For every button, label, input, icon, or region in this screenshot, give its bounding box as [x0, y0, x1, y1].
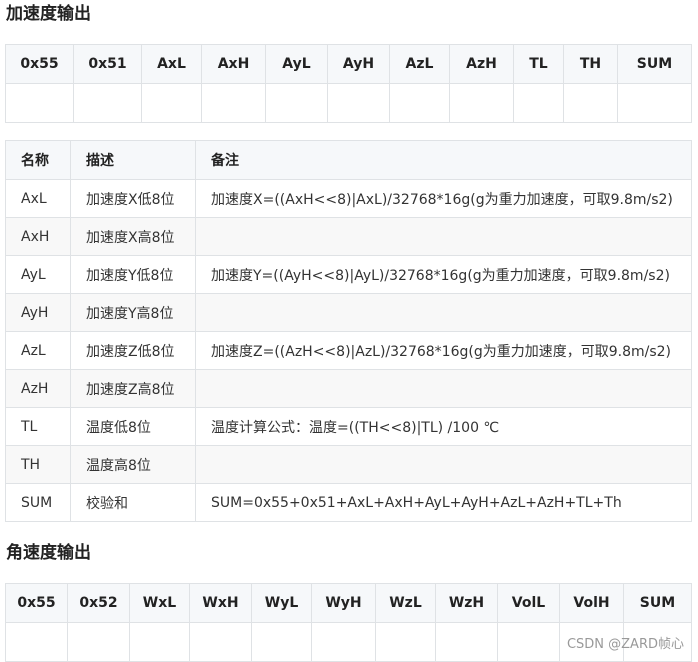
note-cell: 加速度Y=((AyH<<8)|AyL)/32768*16g(g为重力加速度，可取…: [195, 255, 692, 294]
empty-cell: [5, 83, 74, 123]
empty-cell: [497, 622, 560, 662]
empty-cell: [129, 622, 190, 662]
name-cell: AxH: [5, 217, 71, 256]
desc-cell: 温度低8位: [70, 407, 196, 446]
header-cell: SUM: [623, 583, 692, 623]
name-cell: AzH: [5, 369, 71, 408]
empty-cell: [435, 622, 498, 662]
empty-cell: [563, 83, 618, 123]
header-cell: 0x51: [73, 44, 142, 84]
header-cell: AxL: [141, 44, 202, 84]
note-cell: 加速度Z=((AzH<<8)|AzL)/32768*16g(g为重力加速度，可取…: [195, 331, 692, 370]
empty-cell: [617, 83, 692, 123]
note-cell: [195, 369, 692, 408]
name-cell: AzL: [5, 331, 71, 370]
table-row: AzL 加速度Z低8位 加速度Z=((AzH<<8)|AzL)/32768*16…: [5, 331, 692, 370]
header-cell: WzH: [435, 583, 498, 623]
desc-cell: 校验和: [70, 483, 196, 522]
table-row: AyL 加速度Y低8位 加速度Y=((AyH<<8)|AyL)/32768*16…: [5, 255, 692, 294]
empty-cell: [67, 622, 130, 662]
header-cell: AzL: [389, 44, 450, 84]
desc-cell: 温度高8位: [70, 445, 196, 484]
empty-cell: [449, 83, 514, 123]
table-row: AzH 加速度Z高8位: [5, 369, 692, 408]
header-cell: WxL: [129, 583, 190, 623]
empty-cell: [189, 622, 252, 662]
header-cell: AzH: [449, 44, 514, 84]
header-cell: WzL: [375, 583, 436, 623]
desc-cell: 加速度Z低8位: [70, 331, 196, 370]
table-row: TH 温度高8位: [5, 445, 692, 484]
table-row: SUM 校验和 SUM=0x55+0x51+AxL+AxH+AyL+AyH+Az…: [5, 483, 692, 522]
table-row: TL 温度低8位 温度计算公式：温度=((TH<<8)|TL) /100 ℃: [5, 407, 692, 446]
note-cell: 加速度X=((AxH<<8)|AxL)/32768*16g(g为重力加速度，可取…: [195, 179, 692, 218]
header-cell: 0x55: [5, 583, 68, 623]
header-cell: 0x55: [5, 44, 74, 84]
header-cell: TL: [513, 44, 564, 84]
empty-cell: [251, 622, 312, 662]
header-cell: WyH: [311, 583, 376, 623]
desc-cell: 加速度X低8位: [70, 179, 196, 218]
name-cell: TL: [5, 407, 71, 446]
note-cell: 温度计算公式：温度=((TH<<8)|TL) /100 ℃: [195, 407, 692, 446]
section-title-acceleration: 加速度输出: [6, 4, 91, 24]
empty-cell: [73, 83, 142, 123]
empty-cell: [5, 622, 68, 662]
empty-cell: [513, 83, 564, 123]
name-cell: TH: [5, 445, 71, 484]
empty-cell: [141, 83, 202, 123]
header-cell: SUM: [617, 44, 692, 84]
name-cell: AyL: [5, 255, 71, 294]
header-cell: 名称: [5, 140, 71, 180]
table-row: AyH 加速度Y高8位: [5, 293, 692, 332]
header-cell: 备注: [195, 140, 692, 180]
name-cell: SUM: [5, 483, 71, 522]
header-cell: 描述: [70, 140, 196, 180]
header-cell: TH: [563, 44, 618, 84]
empty-cell: [265, 83, 328, 123]
header-cell: VolH: [559, 583, 624, 623]
empty-cell: [311, 622, 376, 662]
desc-cell: 加速度Z高8位: [70, 369, 196, 408]
empty-cell: [389, 83, 450, 123]
header-cell: VolL: [497, 583, 560, 623]
section-title-angular-velocity: 角速度输出: [6, 543, 91, 563]
name-cell: AyH: [5, 293, 71, 332]
desc-cell: 加速度Y高8位: [70, 293, 196, 332]
name-cell: AxL: [5, 179, 71, 218]
table-row: AxH 加速度X高8位: [5, 217, 692, 256]
note-cell: [195, 445, 692, 484]
header-cell: 0x52: [67, 583, 130, 623]
header-cell: AyL: [265, 44, 328, 84]
watermark: CSDN @ZARD帧心: [566, 637, 684, 652]
desc-cell: 加速度Y低8位: [70, 255, 196, 294]
acceleration-packet-table: 0x55 0x51 AxL AxH AyL AyH AzL AzH TL TH …: [5, 44, 692, 123]
acceleration-description-table: 名称 描述 备注 AxL 加速度X低8位 加速度X=((AxH<<8)|AxL)…: [5, 140, 692, 522]
header-cell: AxH: [201, 44, 266, 84]
empty-cell: [375, 622, 436, 662]
note-cell: [195, 293, 692, 332]
desc-cell: 加速度X高8位: [70, 217, 196, 256]
note-cell: SUM=0x55+0x51+AxL+AxH+AyL+AyH+AzL+AzH+TL…: [195, 483, 692, 522]
header-cell: AyH: [327, 44, 390, 84]
empty-cell: [327, 83, 390, 123]
table-row: AxL 加速度X低8位 加速度X=((AxH<<8)|AxL)/32768*16…: [5, 179, 692, 218]
note-cell: [195, 217, 692, 256]
empty-cell: [201, 83, 266, 123]
header-cell: WyL: [251, 583, 312, 623]
table-row: [5, 83, 692, 123]
header-cell: WxH: [189, 583, 252, 623]
